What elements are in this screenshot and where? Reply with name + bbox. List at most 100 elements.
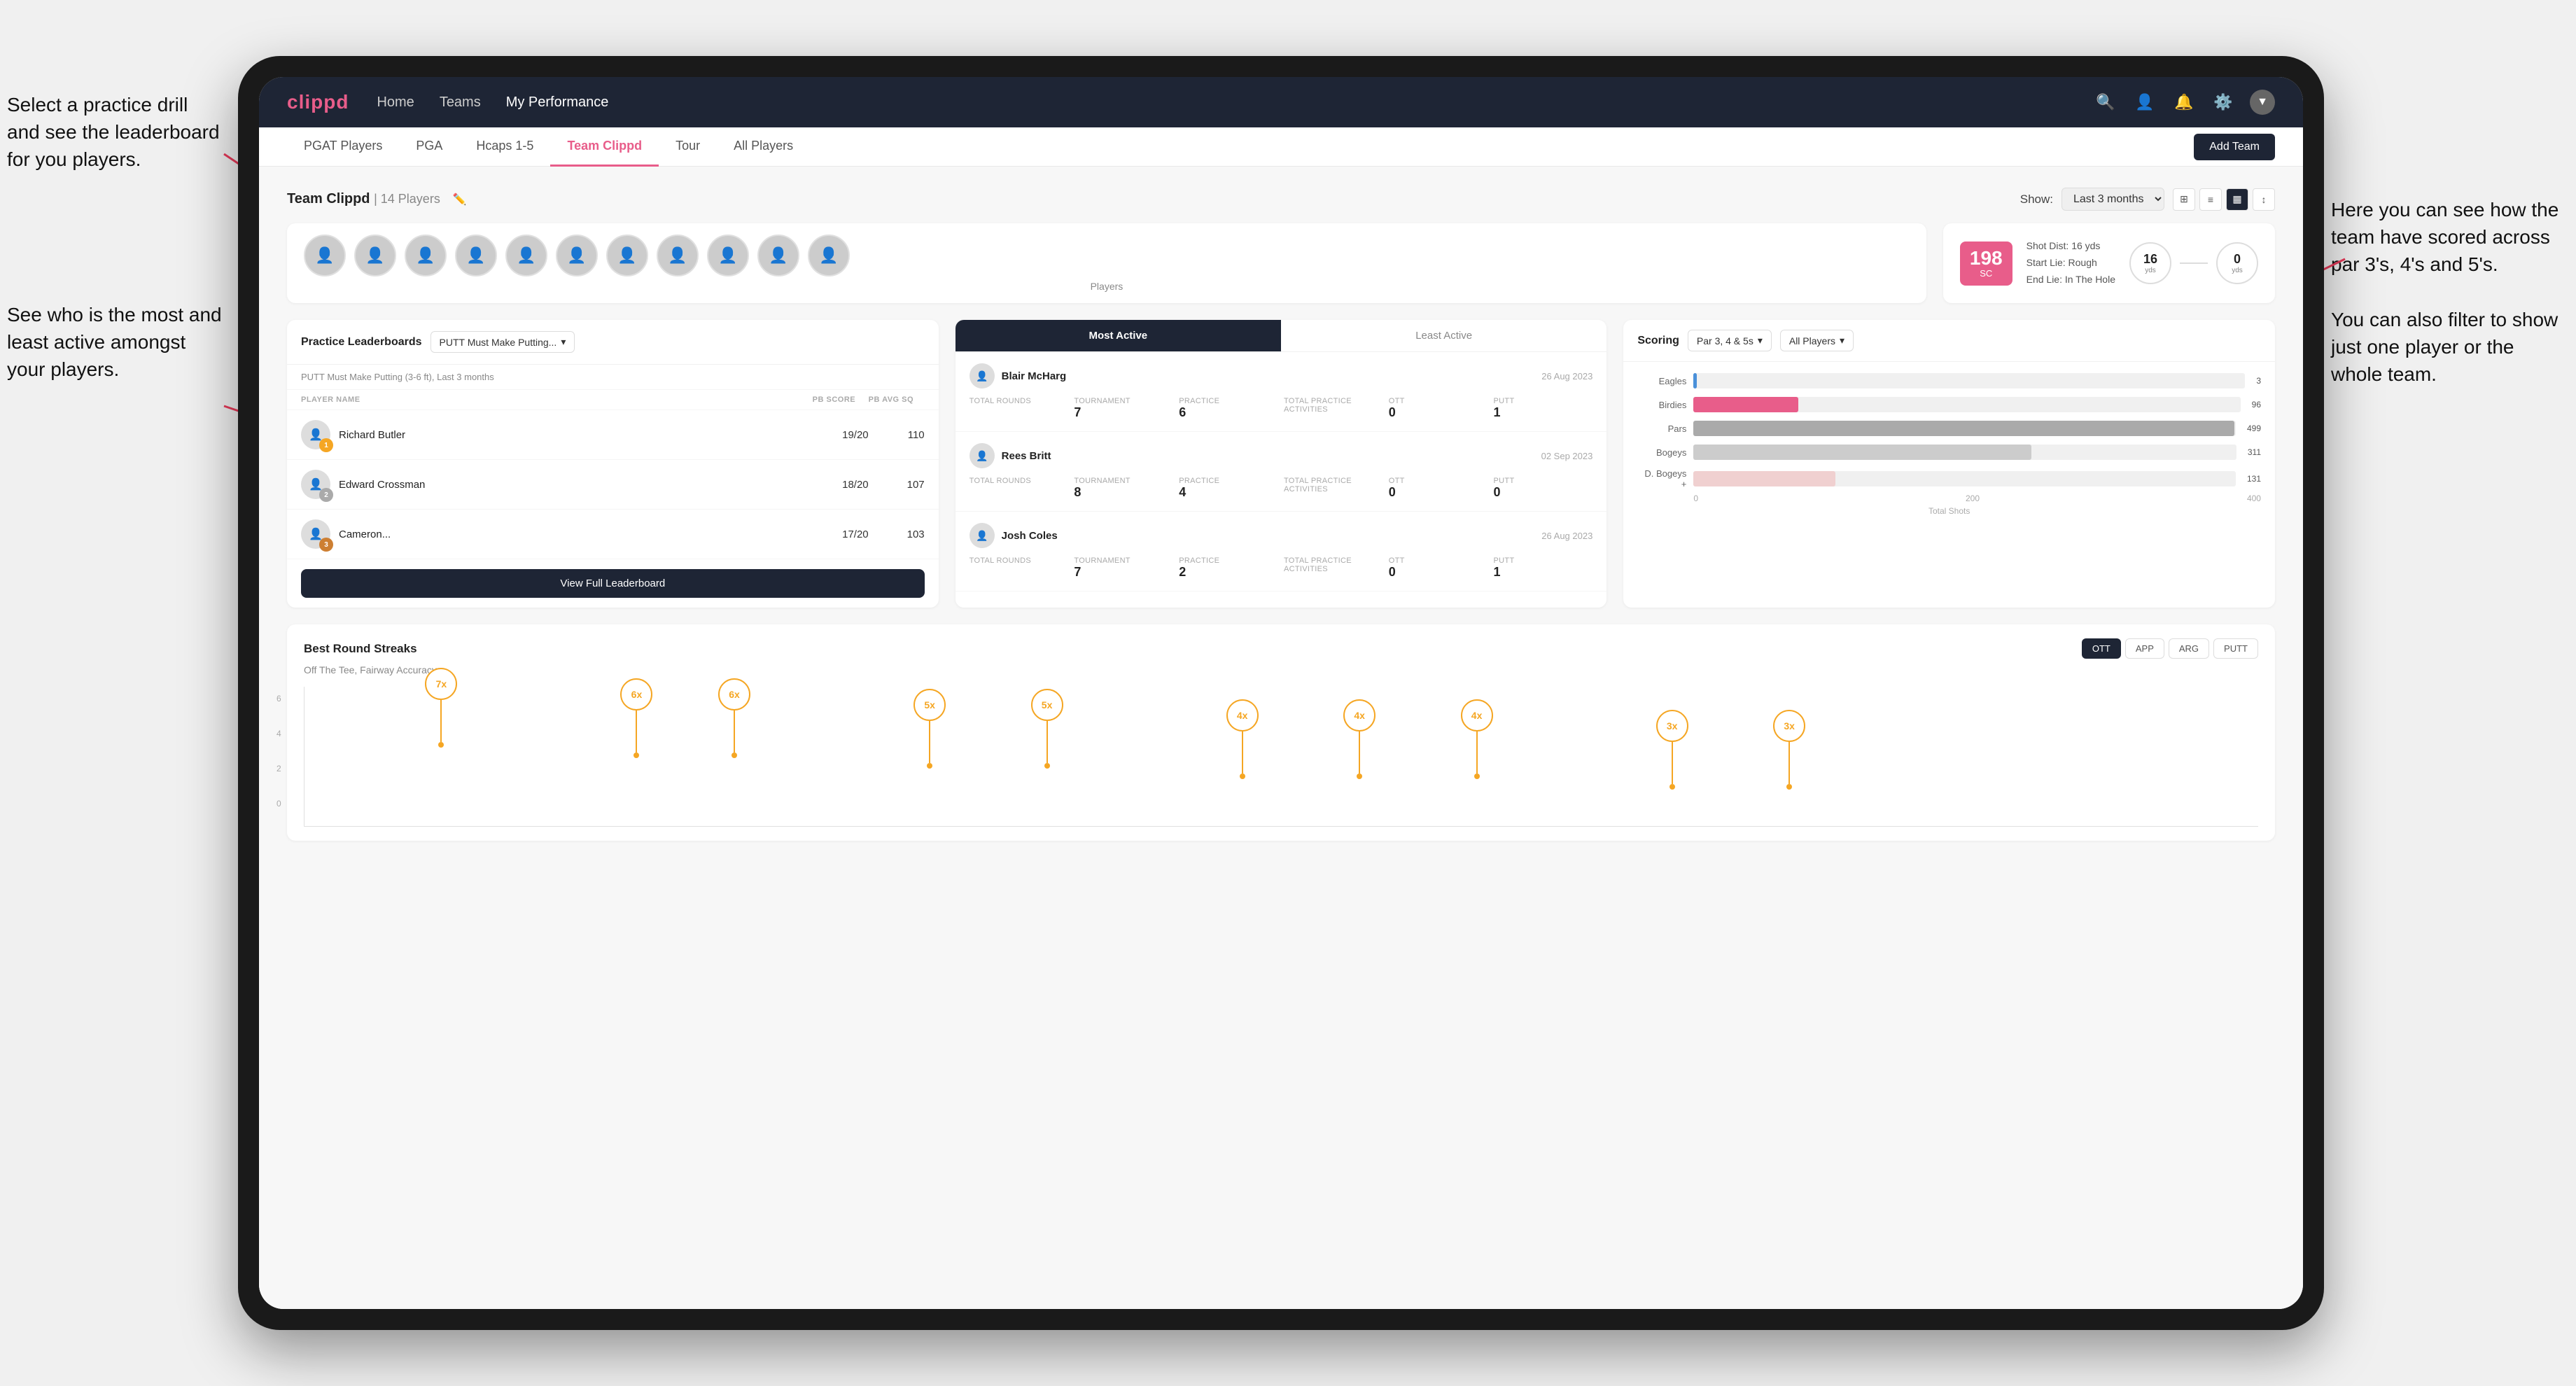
pa-ott-val-3: 0 (1389, 565, 1488, 580)
pa-practice-val-1: 6 (1179, 405, 1278, 420)
streak-line (1476, 732, 1478, 774)
bar-value: 96 (2252, 400, 2261, 410)
tablet-screen: clippd Home Teams My Performance 🔍 👤 🔔 ⚙… (259, 77, 2303, 1309)
yardage-1-val: 16 (2143, 252, 2157, 267)
sfb-putt[interactable]: PUTT (2213, 638, 2258, 659)
pa-avatar-3[interactable]: 👤 (969, 523, 995, 548)
sfb-ott[interactable]: OTT (2082, 638, 2121, 659)
yardage-connector (2180, 262, 2208, 264)
person-icon[interactable]: 👤 (2132, 90, 2157, 115)
players-filter-dropdown[interactable]: All Players ▾ (1780, 330, 1854, 351)
player-avatar-7[interactable]: 👤 (606, 234, 648, 276)
pa-stats-3: Total Rounds Tournament 7 Practice 2 (969, 556, 1593, 580)
streak-point: 3x (1656, 710, 1688, 790)
streak-line (1359, 732, 1360, 774)
streak-bubble: 5x (913, 689, 946, 721)
player-activity-rees: 👤 Rees Britt 02 Sep 2023 Total Rounds To… (955, 432, 1607, 512)
lb-avatar-3[interactable]: 👤 3 (301, 519, 330, 549)
search-icon[interactable]: 🔍 (2093, 90, 2118, 115)
tab-most-active[interactable]: Most Active (955, 320, 1281, 351)
streak-line (636, 710, 637, 752)
yardage-box-1: 16 yds (2129, 242, 2171, 284)
bar-value: 499 (2247, 424, 2261, 433)
bar-chart: Eagles 3 Birdies 96 Pars 499 Bogeys 311 (1637, 373, 2261, 489)
grid-view-btn[interactable]: ⊞ (2173, 188, 2195, 211)
streak-line (929, 721, 930, 763)
view-full-leaderboard-button[interactable]: View Full Leaderboard (301, 569, 925, 598)
activity-tabs: Most Active Least Active (955, 320, 1607, 352)
player-avatar-8[interactable]: 👤 (657, 234, 699, 276)
settings-icon[interactable]: ⚙️ (2211, 90, 2236, 115)
avatar[interactable]: ▼ (2250, 90, 2275, 115)
sort-btn[interactable]: ↕ (2253, 188, 2275, 211)
shot-detail-1: Shot Dist: 16 yds (2026, 238, 2115, 255)
bar-fill (1693, 373, 1697, 388)
bar-label: Bogeys (1637, 447, 1686, 458)
pa-avatar-1[interactable]: 👤 (969, 363, 995, 388)
pa-ott-val-1: 0 (1389, 405, 1488, 420)
player-avatar-11[interactable]: 👤 (808, 234, 850, 276)
streak-point: 5x (1031, 689, 1063, 769)
lb-avatar-2[interactable]: 👤 2 (301, 470, 330, 499)
pa-stat-tournament-1: Tournament 7 (1074, 397, 1173, 420)
player-avatar-6[interactable]: 👤 (556, 234, 598, 276)
player-avatar-10[interactable]: 👤 (757, 234, 799, 276)
pa-name-2: Rees Britt (1002, 450, 1051, 462)
sfb-app[interactable]: APP (2125, 638, 2164, 659)
streak-dot (1044, 763, 1050, 769)
bar-value: 3 (2256, 376, 2261, 386)
shot-distance-num: 198 (1970, 248, 2003, 268)
lb-avatar-1[interactable]: 👤 1 (301, 420, 330, 449)
player-avatar-4[interactable]: 👤 (455, 234, 497, 276)
nav-link-home[interactable]: Home (377, 94, 414, 111)
players-section: 👤 👤 👤 👤 👤 👤 👤 👤 👤 👤 👤 Players (287, 223, 1926, 303)
player-avatar-2[interactable]: 👤 (354, 234, 396, 276)
streak-line (1788, 742, 1790, 784)
streak-bubble: 7x (425, 668, 457, 700)
player-avatar-5[interactable]: 👤 (505, 234, 547, 276)
rank-badge-2: 2 (319, 488, 333, 502)
bell-icon[interactable]: 🔔 (2171, 90, 2197, 115)
chart-xaxis: 0 200 400 (1637, 489, 2261, 503)
nav-link-performance[interactable]: My Performance (506, 94, 609, 111)
player-avatar-9[interactable]: 👤 (707, 234, 749, 276)
scoring-title: Scoring (1637, 335, 1679, 347)
player-avatar-1[interactable]: 👤 (304, 234, 346, 276)
sub-nav-pga[interactable]: PGA (399, 127, 459, 167)
tab-least-active[interactable]: Least Active (1281, 320, 1606, 351)
drill-dropdown[interactable]: PUTT Must Make Putting... ▾ (430, 331, 575, 353)
streak-bubble: 5x (1031, 689, 1063, 721)
streak-bubble: 6x (718, 678, 750, 710)
sub-nav-tour[interactable]: Tour (659, 127, 717, 167)
add-team-button[interactable]: Add Team (2194, 134, 2275, 160)
shot-distance-unit: SC (1970, 268, 2003, 279)
streak-line (1242, 732, 1243, 774)
sub-nav-all-players[interactable]: All Players (717, 127, 810, 167)
nav-link-teams[interactable]: Teams (440, 94, 481, 111)
pa-practice-val-3: 2 (1179, 565, 1278, 580)
card-view-btn[interactable]: ▦ (2226, 188, 2248, 211)
par-filter-dropdown[interactable]: Par 3, 4 & 5s ▾ (1688, 330, 1772, 351)
streak-bubble: 4x (1226, 699, 1259, 732)
lb-avg-3: 103 (869, 528, 925, 540)
main-content: Team Clippd | 14 Players ✏️ Show: Last 3… (259, 167, 2303, 1309)
bar-track (1693, 397, 2240, 412)
pa-name-3: Josh Coles (1002, 530, 1058, 542)
edit-icon[interactable]: ✏️ (453, 192, 467, 206)
sfb-arg[interactable]: ARG (2169, 638, 2209, 659)
sub-nav-team-clippd[interactable]: Team Clippd (550, 127, 659, 167)
show-select[interactable]: Last 3 months Last month Last 6 months L… (2062, 188, 2164, 211)
lb-avg-2: 107 (869, 479, 925, 491)
yardage-2-unit: yds (2232, 267, 2243, 274)
sub-nav-pgat[interactable]: PGAT Players (287, 127, 399, 167)
player-avatar-3[interactable]: 👤 (405, 234, 447, 276)
annotation-top-left: Select a practice drill and see the lead… (7, 91, 224, 174)
bar-fill (1693, 421, 2234, 436)
sub-nav-hcaps[interactable]: Hcaps 1-5 (459, 127, 550, 167)
pa-avatar-2[interactable]: 👤 (969, 443, 995, 468)
player-count: | 14 Players (374, 192, 440, 206)
list-view-btn[interactable]: ≡ (2199, 188, 2222, 211)
bar-track (1693, 373, 2245, 388)
streak-point: 4x (1226, 699, 1259, 779)
streak-dot (1670, 784, 1675, 790)
